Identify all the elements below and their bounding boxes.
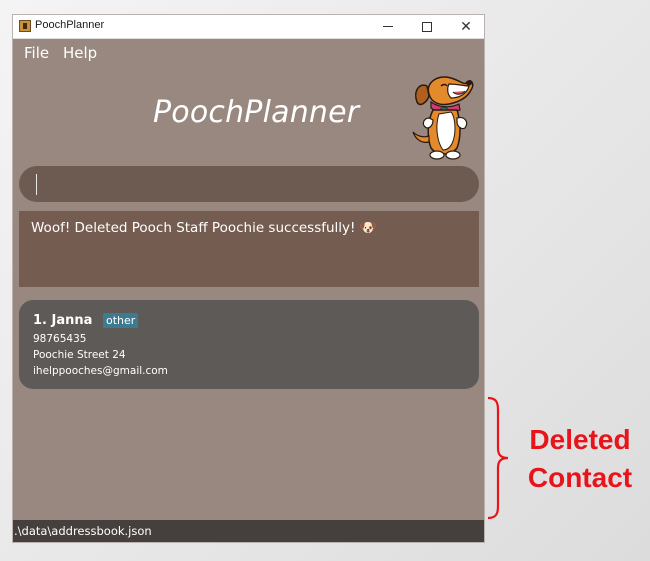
- app-window: PoochPlanner ✕ File Help PoochPlanner Wo…: [13, 15, 484, 542]
- annotation-label: Deleted Contact: [520, 421, 640, 497]
- person-phone: 98765435: [33, 333, 87, 345]
- person-card[interactable]: 1. Janna other 98765435 Poochie Street 2…: [19, 300, 479, 389]
- app-icon: [19, 20, 31, 32]
- menu-bar: File Help: [13, 39, 484, 67]
- save-file-path: .\data\addressbook.json: [14, 524, 152, 538]
- menu-file[interactable]: File: [24, 44, 49, 62]
- result-message: Woof! Deleted Pooch Staff Poochie succes…: [31, 220, 377, 236]
- close-icon: ✕: [460, 18, 472, 35]
- close-button[interactable]: ✕: [449, 15, 483, 38]
- minimize-button[interactable]: [371, 15, 405, 38]
- app-heading: PoochPlanner: [153, 95, 360, 130]
- title-bar: PoochPlanner ✕: [13, 15, 484, 39]
- person-name: 1. Janna: [33, 313, 93, 328]
- person-address: Poochie Street 24: [33, 349, 126, 361]
- curly-brace-icon: [487, 396, 509, 520]
- annotation-line-1: Deleted: [529, 424, 631, 455]
- text-caret: [36, 174, 37, 195]
- status-bar: .\data\addressbook.json: [13, 520, 484, 542]
- maximize-icon: [422, 21, 432, 32]
- tag-badge: other: [103, 313, 139, 328]
- command-input[interactable]: [19, 166, 479, 202]
- window-title: PoochPlanner: [35, 19, 105, 31]
- person-email: ihelppooches@gmail.com: [33, 365, 168, 377]
- menu-help[interactable]: Help: [63, 44, 97, 62]
- minimize-icon: [383, 26, 393, 27]
- annotation-line-2: Contact: [527, 462, 633, 493]
- result-display: Woof! Deleted Pooch Staff Poochie succes…: [19, 211, 479, 287]
- maximize-button[interactable]: [410, 15, 444, 38]
- dog-mascot-icon: [412, 76, 474, 160]
